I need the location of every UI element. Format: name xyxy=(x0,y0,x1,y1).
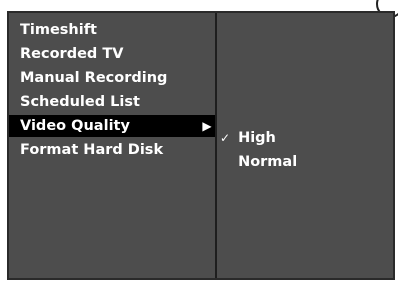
submenu-option-high[interactable]: ✓ High xyxy=(217,127,276,149)
menu-item-label: Scheduled List xyxy=(20,94,140,110)
menu-item-label: Manual Recording xyxy=(20,70,168,86)
submenu-option-label: Normal xyxy=(238,154,298,170)
menu-item-scheduled-list[interactable]: Scheduled List xyxy=(9,91,215,113)
menu-item-label: Timeshift xyxy=(20,22,97,38)
menu-item-manual-recording[interactable]: Manual Recording xyxy=(9,67,215,89)
menu-item-label: Recorded TV xyxy=(20,46,124,62)
menu-item-timeshift[interactable]: Timeshift xyxy=(9,19,215,41)
menu-item-format-hard-disk[interactable]: Format Hard Disk xyxy=(9,139,215,161)
submenu-option-label: High xyxy=(238,130,276,146)
submenu-option-normal[interactable]: Normal xyxy=(217,151,297,173)
menu-item-label: Format Hard Disk xyxy=(20,142,164,158)
checkmark-icon: ✓ xyxy=(220,131,231,145)
video-quality-submenu: ✓ High Normal xyxy=(217,13,393,278)
osd-menu-window: Timeshift Recorded TV Manual Recording S… xyxy=(7,11,395,280)
right-triangle-icon: ▶ xyxy=(202,119,212,133)
main-menu-panel: Timeshift Recorded TV Manual Recording S… xyxy=(9,13,215,278)
menu-item-video-quality[interactable]: Video Quality ▶ xyxy=(9,115,215,137)
menu-item-label: Video Quality xyxy=(20,118,130,134)
menu-item-recorded-tv[interactable]: Recorded TV xyxy=(9,43,215,65)
